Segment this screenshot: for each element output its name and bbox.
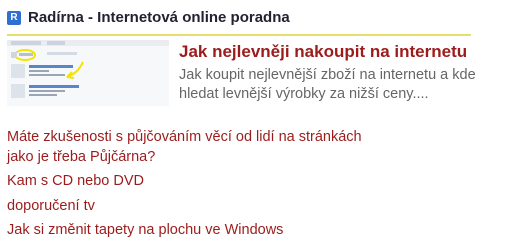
site-logo-icon: R <box>7 11 21 25</box>
widget-header: R Radírna - Internetová online poradna <box>7 9 471 36</box>
article-link[interactable]: doporučení tv <box>7 197 407 217</box>
featured-article-description: Jak koupit nejlevnější zboží na internet… <box>179 67 476 102</box>
article-link[interactable]: Kam s CD nebo DVD <box>7 172 407 192</box>
article-link-list: Máte zkušenosti s půjčováním věcí od lid… <box>7 128 407 246</box>
articles-widget: R Radírna - Internetová online poradna J… <box>0 0 507 248</box>
article-link[interactable]: Máte zkušenosti s půjčováním věcí od lid… <box>7 128 377 167</box>
featured-article[interactable]: Jak nejlevněji nakoupit na internetu Jak… <box>7 40 499 110</box>
search-results-screenshot-icon[interactable] <box>7 40 169 106</box>
featured-article-title[interactable]: Jak nejlevněji nakoupit na internetu <box>179 42 467 62</box>
site-title[interactable]: Radírna - Internetová online poradna <box>28 9 290 27</box>
article-link[interactable]: Jak si změnit tapety na plochu ve Window… <box>7 221 407 241</box>
